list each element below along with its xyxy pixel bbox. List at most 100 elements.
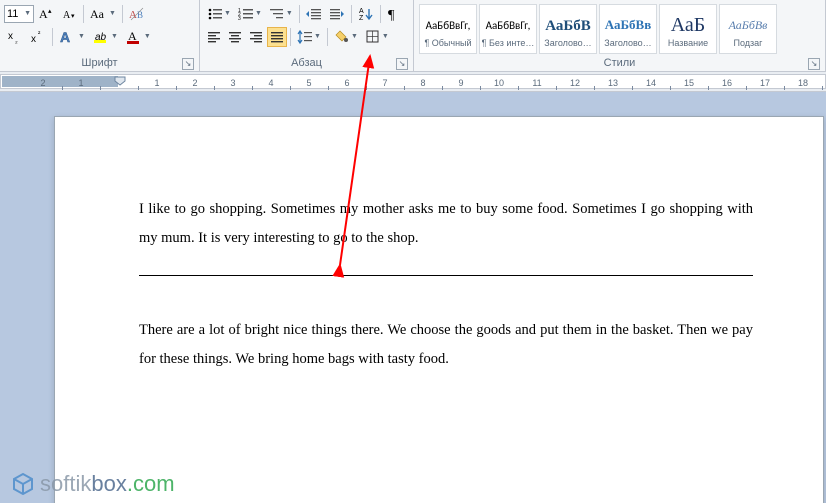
separator [351,5,352,23]
style-preview: АаБбВв [729,10,768,38]
line-spacing-button[interactable]: ▼ [294,27,324,47]
style-preview: АаБбВ [545,10,591,38]
svg-text:Aa: Aa [90,7,105,21]
style-item-4[interactable]: АаБНазвание [659,4,717,54]
style-item-3[interactable]: АаБбВвЗаголово… [599,4,657,54]
font-size-combo[interactable]: 11 ▼ [4,5,34,23]
watermark: softikbox.com [10,471,175,497]
styles-group-label: Стили ↘ [418,56,821,71]
svg-text:x: x [31,34,36,45]
chevron-down-icon: ▼ [224,10,231,17]
align-right-button[interactable] [246,27,266,47]
separator [327,28,328,46]
chevron-down-icon: ▼ [109,10,116,17]
font-size-value: 11 [7,8,18,20]
style-item-5[interactable]: АаБбВвПодзаг [719,4,777,54]
ruler-number: 4 [268,78,273,88]
shrink-font-button[interactable]: A▾ [58,4,80,24]
ruler-number: 14 [646,78,656,88]
ruler-number: 15 [684,78,694,88]
horizontal-rule [139,275,753,276]
borders-button[interactable]: ▼ [362,27,392,47]
superscript-button[interactable]: x² [27,27,49,47]
style-item-0[interactable]: АаБбВвГг,¶ Обычный [419,4,477,54]
font-dialog-launcher[interactable]: ↘ [182,58,194,70]
document-workspace: I like to go shopping. Sometimes my moth… [0,92,826,503]
grow-font-button[interactable]: A▴ [35,4,57,24]
separator [380,5,381,23]
chevron-down-icon: ▼ [24,10,31,17]
style-caption: Заголово… [600,38,656,49]
svg-text:²: ² [38,31,41,38]
chevron-down-icon: ▼ [111,33,118,40]
horizontal-ruler[interactable]: 21123456789101112131415161718 [0,72,826,92]
svg-text:A: A [63,10,71,21]
ruler-number: 10 [494,78,504,88]
decrease-indent-button[interactable] [303,4,325,24]
svg-text:▴: ▴ [48,8,52,15]
justify-button[interactable] [267,27,287,47]
align-center-button[interactable] [225,27,245,47]
ruler-number: 1 [78,78,83,88]
bullet-list-button[interactable]: ▼ [204,4,234,24]
subscript-button[interactable]: x₂ [4,27,26,47]
styles-group: АаБбВвГг,¶ ОбычныйАаБбВвГг,¶ Без инте…Аа… [414,0,826,71]
change-case-button[interactable]: Aa ▼ [87,4,119,24]
text-effects-button[interactable]: A ▼ [56,27,88,47]
style-item-2[interactable]: АаБбВЗаголово… [539,4,597,54]
show-marks-button[interactable]: ¶ [384,4,404,24]
svg-text:¶: ¶ [388,8,395,22]
separator [83,5,84,23]
ruler-number: 13 [608,78,618,88]
font-group: 11 ▼ A▴ A▾ Aa ▼ A B [0,0,200,71]
ruler-number: 2 [192,78,197,88]
svg-text:A: A [359,8,364,15]
separator [122,5,123,23]
increase-indent-button[interactable] [326,4,348,24]
svg-text:3: 3 [238,16,241,22]
svg-text:ab: ab [95,32,107,43]
ruler-number: 6 [344,78,349,88]
multilevel-list-button[interactable]: ▼ [266,4,296,24]
paragraph-dialog-launcher[interactable]: ↘ [396,58,408,70]
style-item-1[interactable]: АаБбВвГг,¶ Без инте… [479,4,537,54]
shading-button[interactable]: ▼ [331,27,361,47]
style-caption: Подзаг [720,38,776,49]
chevron-down-icon: ▼ [255,10,262,17]
style-preview: АаБбВвГг, [426,10,471,38]
svg-text:x: x [8,31,13,42]
first-line-indent-marker[interactable] [114,76,126,92]
paragraph-group-label: Абзац ↘ [204,56,409,71]
style-preview: АаБбВв [605,10,652,38]
ruler-number: 7 [382,78,387,88]
sort-button[interactable]: AZ [355,4,377,24]
paragraph-group: ▼ 123 ▼ ▼ AZ [200,0,414,71]
style-caption: Заголово… [540,38,596,49]
font-group-label: Шрифт ↘ [4,56,195,71]
style-preview: АаБбВвГг, [486,10,531,38]
font-color-button[interactable]: A ▼ [122,27,154,47]
svg-text:₂: ₂ [15,38,18,45]
document-page[interactable]: I like to go shopping. Sometimes my moth… [54,116,824,503]
paragraph-2[interactable]: There are a lot of bright nice things th… [139,316,753,374]
ruler-number: 8 [420,78,425,88]
highlight-button[interactable]: ab ▼ [89,27,121,47]
ruler-number: 12 [570,78,580,88]
styles-dialog-launcher[interactable]: ↘ [808,58,820,70]
svg-text:▾: ▾ [71,13,75,20]
ruler-number: 9 [458,78,463,88]
ruler-number: 1 [154,78,159,88]
chevron-down-icon: ▼ [78,33,85,40]
chevron-down-icon: ▼ [286,10,293,17]
align-left-button[interactable] [204,27,224,47]
svg-text:A: A [39,7,48,21]
paragraph-1[interactable]: I like to go shopping. Sometimes my moth… [139,195,753,253]
style-caption: Название [660,38,716,49]
svg-text:A: A [128,29,137,43]
clear-formatting-button[interactable]: A B [126,4,150,24]
ruler-number: 11 [532,78,541,88]
number-list-button[interactable]: 123 ▼ [235,4,265,24]
styles-gallery[interactable]: АаБбВвГг,¶ ОбычныйАаБбВвГг,¶ Без инте…Аа… [418,2,821,56]
style-caption: ¶ Без инте… [480,38,536,49]
chevron-down-icon: ▼ [351,33,358,40]
